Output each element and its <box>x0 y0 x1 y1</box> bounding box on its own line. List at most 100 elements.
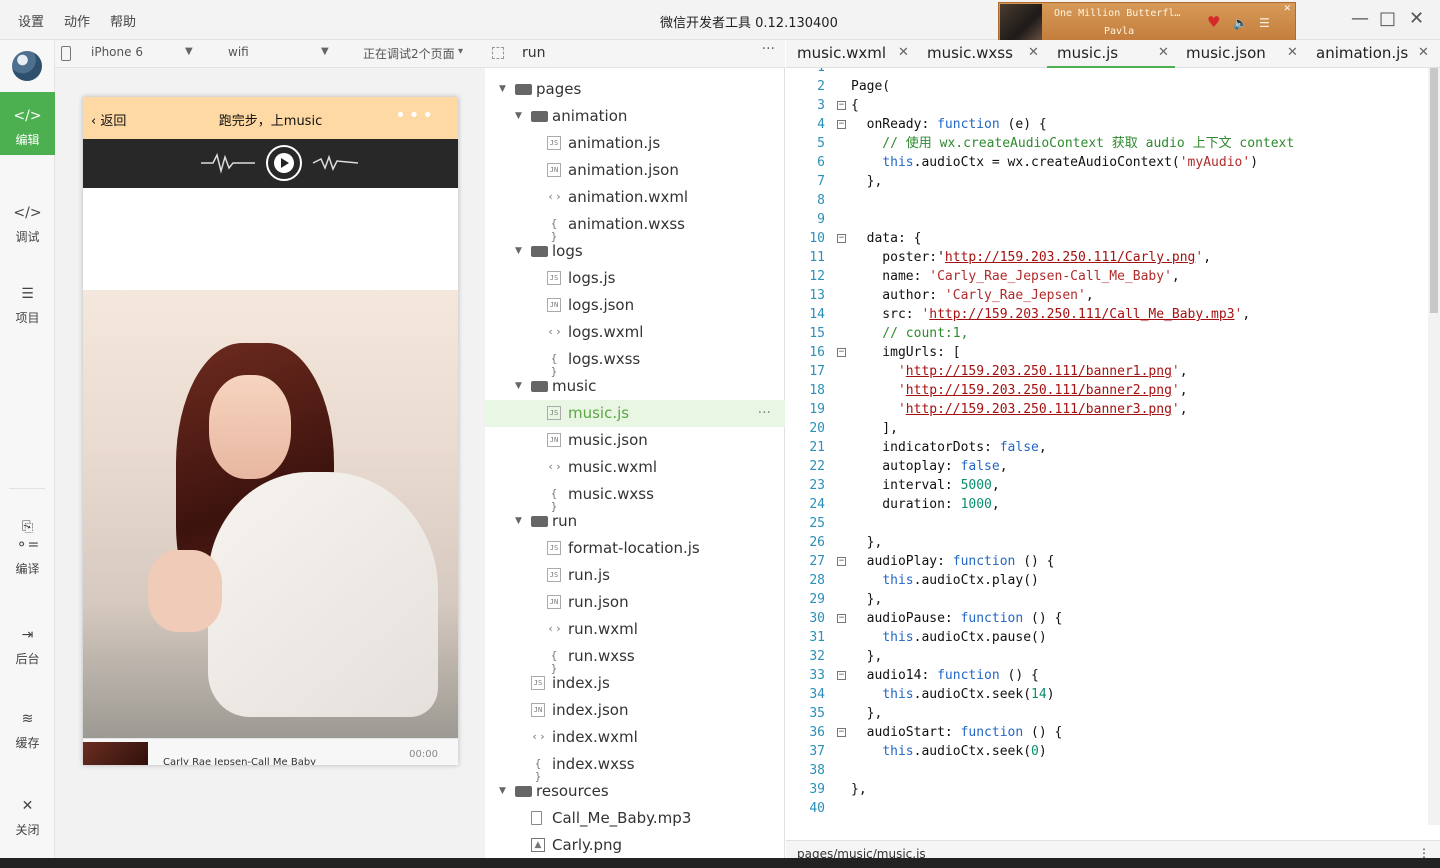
nav-debug[interactable]: </> 调试 <box>0 204 55 245</box>
chevron-down-icon[interactable]: ▼ <box>515 508 522 535</box>
fold-icon[interactable]: − <box>837 728 846 737</box>
code-link[interactable]: http://159.203.250.111/banner3.png <box>906 402 1172 417</box>
collapse-icon[interactable] <box>492 47 504 59</box>
file-item[interactable]: JN index.json <box>485 697 785 724</box>
fold-icon[interactable]: − <box>837 120 846 129</box>
chevron-down-icon[interactable]: ▼ <box>515 103 522 130</box>
scrollbar-thumb[interactable] <box>1430 68 1438 313</box>
code-line: 9 <box>786 210 1426 229</box>
menu-actions[interactable]: 动作 <box>64 11 90 30</box>
tab-music-wxml[interactable]: music.wxml ✕ <box>797 40 912 68</box>
nav-background[interactable]: ⇥ 后台 <box>0 626 55 667</box>
file-item[interactable]: JN music.json <box>485 427 785 454</box>
file-item[interactable]: JS music.js ··· <box>485 400 785 427</box>
file-item[interactable]: { } run.wxss <box>485 643 785 675</box>
code-link[interactable]: http://159.203.250.111/Carly.png <box>945 250 1195 265</box>
chevron-down-icon[interactable]: ▼ <box>499 778 506 805</box>
chevron-down-icon[interactable]: ▼ <box>515 373 522 400</box>
debug-pages-select[interactable]: 正在调试2个页面 <box>363 45 455 62</box>
file-item[interactable]: JN animation.json <box>485 157 785 184</box>
file-item[interactable]: { } music.wxss <box>485 481 785 513</box>
file-item[interactable]: { } index.wxss <box>485 751 785 783</box>
file-item[interactable]: Call_Me_Baby.mp3 <box>485 805 785 832</box>
nav-edit[interactable]: </> 编辑 <box>0 92 55 155</box>
editor-scrollbar[interactable] <box>1428 68 1440 825</box>
code-area[interactable]: 12Page(3−{4− onReady: function (e) {5 //… <box>786 68 1426 826</box>
file-item[interactable]: JN run.json <box>485 589 785 616</box>
file-item[interactable]: { } animation.wxss <box>485 211 785 243</box>
line-number: 31 <box>809 630 825 645</box>
file-item[interactable]: JS index.js <box>485 670 785 697</box>
close-icon[interactable]: ✕ <box>1418 40 1429 66</box>
code-token: this <box>882 573 914 588</box>
minimize-icon[interactable]: — <box>1351 8 1369 29</box>
more-icon[interactable]: ··· <box>758 400 771 427</box>
file-item[interactable]: ‹ › logs.wxml <box>485 319 785 346</box>
close-icon[interactable]: ✕ <box>1028 40 1039 66</box>
file-item[interactable]: ‹ › run.wxml <box>485 616 785 643</box>
folder-item[interactable]: ▼ resources <box>485 778 785 805</box>
file-item[interactable]: ‹ › music.wxml <box>485 454 785 481</box>
chevron-down-icon[interactable]: ▼ <box>515 238 522 265</box>
file-item[interactable]: ‹ › animation.wxml <box>485 184 785 211</box>
file-item[interactable]: { } logs.wxss <box>485 346 785 378</box>
fold-icon[interactable]: − <box>837 101 846 110</box>
close-window-icon[interactable]: ✕ <box>1409 8 1424 29</box>
volume-icon[interactable]: 🔈 <box>1233 16 1248 30</box>
fold-icon[interactable]: − <box>837 557 846 566</box>
file-item[interactable]: JS logs.js <box>485 265 785 292</box>
line-number: 40 <box>809 801 825 816</box>
tab-music-js[interactable]: music.js ✕ <box>1047 40 1175 68</box>
tab-music-json[interactable]: music.json ✕ <box>1186 40 1304 68</box>
nav-compile[interactable]: ⎘ ⚬= 编译 <box>0 518 55 577</box>
code-link[interactable]: http://159.203.250.111/banner2.png <box>906 383 1172 398</box>
file-item[interactable]: JS format-location.js <box>485 535 785 562</box>
menu-icon: ☰ <box>21 286 34 302</box>
folder-item[interactable]: ▼ logs <box>485 238 785 265</box>
menu-help[interactable]: 帮助 <box>110 11 136 30</box>
music-player-widget[interactable]: One Million Butterfl… Pavla ♥ 🔈 ☰ ✕ <box>998 2 1296 42</box>
heart-icon[interactable]: ♥ <box>1207 13 1220 31</box>
chevron-down-icon[interactable]: ▼ <box>321 46 329 57</box>
tab-music-wxss[interactable]: music.wxss ✕ <box>927 40 1045 68</box>
playlist-icon[interactable]: ☰ <box>1259 16 1270 30</box>
more-icon[interactable]: ••• <box>395 105 436 126</box>
network-select[interactable]: wifi <box>228 45 249 59</box>
fold-icon[interactable]: − <box>837 671 846 680</box>
close-icon[interactable]: ✕ <box>898 40 909 66</box>
more-icon[interactable]: ··· <box>762 41 775 57</box>
audio-player-bar[interactable]: Carly Rae Jepsen-Call Me Baby 00:00 <box>83 738 458 765</box>
file-item[interactable]: JN logs.json <box>485 292 785 319</box>
code-text: Page( <box>851 77 890 96</box>
code-link[interactable]: http://159.203.250.111/Call_Me_Baby.mp3 <box>929 307 1234 322</box>
nav-close[interactable]: ✕ 关闭 <box>0 797 55 838</box>
file-item[interactable]: ▲ Carly.png <box>485 832 785 859</box>
phone-icon[interactable] <box>61 46 71 61</box>
file-item[interactable]: JS run.js <box>485 562 785 589</box>
nav-project[interactable]: ☰ 项目 <box>0 285 55 326</box>
fold-icon[interactable]: − <box>837 614 846 623</box>
code-line: 27 − audioPlay: function () { <box>786 552 1426 571</box>
file-item[interactable]: ‹ › index.wxml <box>485 724 785 751</box>
code-link[interactable]: http://159.203.250.111/banner1.png <box>906 364 1172 379</box>
tab-animation-js[interactable]: animation.js ✕ <box>1316 40 1440 68</box>
folder-item[interactable]: ▼ run <box>485 508 785 535</box>
menu-settings[interactable]: 设置 <box>18 11 44 30</box>
line-number: 37 <box>809 744 825 759</box>
chevron-down-icon[interactable]: ▼ <box>185 46 193 57</box>
folder-item[interactable]: ▼ animation <box>485 103 785 130</box>
close-icon[interactable]: ✕ <box>1287 40 1298 66</box>
folder-item[interactable]: ▼ pages <box>485 76 785 103</box>
folder-item[interactable]: ▼ music <box>485 373 785 400</box>
player-close-icon[interactable]: ✕ <box>1283 4 1291 14</box>
nav-cache[interactable]: ≋ 缓存 <box>0 710 55 751</box>
avatar[interactable] <box>12 51 42 81</box>
fold-icon[interactable]: − <box>837 348 846 357</box>
fold-icon[interactable]: − <box>837 234 846 243</box>
chevron-down-icon[interactable]: ▼ <box>499 76 506 103</box>
device-select[interactable]: iPhone 6 <box>91 45 143 59</box>
file-item[interactable]: JS animation.js <box>485 130 785 157</box>
close-icon[interactable]: ✕ <box>1158 40 1169 66</box>
maximize-icon[interactable]: □ <box>1379 8 1396 29</box>
chevron-down-icon[interactable]: ▾ <box>458 46 463 57</box>
